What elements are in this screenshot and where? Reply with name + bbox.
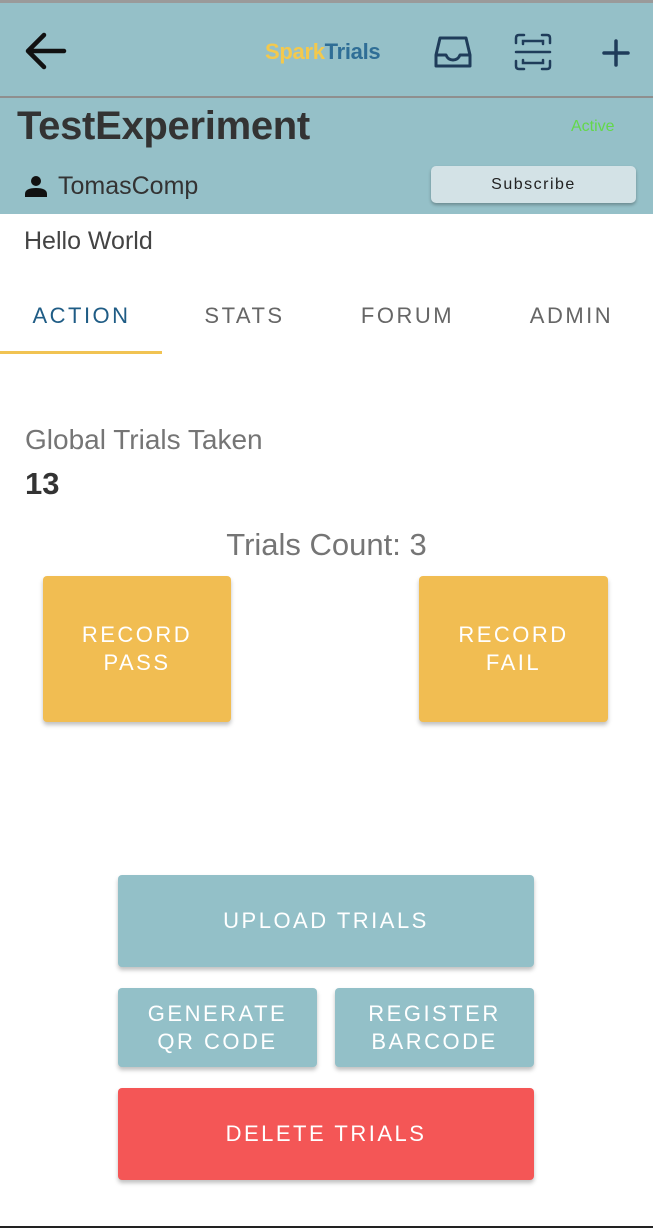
subscribe-button[interactable]: Subscribe (431, 166, 636, 203)
register-barcode-line1: REGISTER (368, 1000, 501, 1026)
upload-trials-button[interactable]: UPLOAD TRIALS (118, 875, 534, 967)
person-icon (25, 176, 47, 197)
back-button[interactable] (20, 27, 72, 75)
register-barcode-button[interactable]: REGISTER BARCODE (335, 988, 534, 1067)
active-tab-indicator (0, 351, 162, 354)
inbox-icon (434, 36, 472, 68)
brand-part-trials: Trials (324, 39, 381, 64)
generate-qr-code-button[interactable]: GENERATE QR CODE (118, 988, 317, 1067)
experiment-description: Hello World (24, 227, 153, 255)
tab-stats[interactable]: STATS (163, 283, 326, 351)
tab-forum[interactable]: FORUM (326, 283, 489, 351)
generate-qr-line1: GENERATE (147, 1000, 288, 1026)
brand-logo: SparkTrials (265, 39, 381, 65)
global-trials-label: Global Trials Taken (25, 424, 263, 455)
owner-name: TomasComp (58, 171, 199, 200)
inbox-button[interactable] (431, 30, 475, 74)
record-pass-line1: RECORD (81, 622, 193, 647)
upload-trials-label: UPLOAD TRIALS (223, 908, 429, 933)
scan-icon (514, 33, 552, 71)
status-badge: Active (571, 118, 615, 135)
register-barcode-line2: BARCODE (371, 1028, 498, 1054)
delete-trials-label: DELETE TRIALS (225, 1121, 427, 1146)
generate-qr-line2: QR CODE (157, 1028, 278, 1054)
record-fail-button[interactable]: RECORD FAIL (419, 576, 608, 722)
record-pass-button[interactable]: RECORD PASS (43, 576, 231, 722)
tab-bar: ACTION STATS FORUM ADMIN (0, 283, 653, 355)
brand-part-spark: Spark (265, 39, 325, 64)
owner-info: TomasComp (24, 170, 198, 202)
app-bar: SparkTrials (0, 3, 653, 96)
tab-action[interactable]: ACTION (0, 283, 163, 351)
record-fail-line1: RECORD (458, 622, 569, 647)
record-fail-line2: FAIL (485, 650, 542, 675)
add-button[interactable] (594, 30, 638, 74)
back-arrow-icon (25, 32, 67, 70)
experiment-header: TestExperiment Active TomasComp Subscrib… (0, 98, 653, 214)
record-pass-line2: PASS (103, 650, 171, 675)
scan-button[interactable] (511, 30, 555, 74)
global-trials-value: 13 (25, 466, 60, 501)
tab-admin[interactable]: ADMIN (490, 283, 653, 351)
delete-trials-button[interactable]: DELETE TRIALS (118, 1088, 534, 1180)
experiment-title: TestExperiment (17, 104, 310, 148)
trials-count: Trials Count: 3 (226, 527, 427, 562)
add-icon (602, 39, 630, 67)
